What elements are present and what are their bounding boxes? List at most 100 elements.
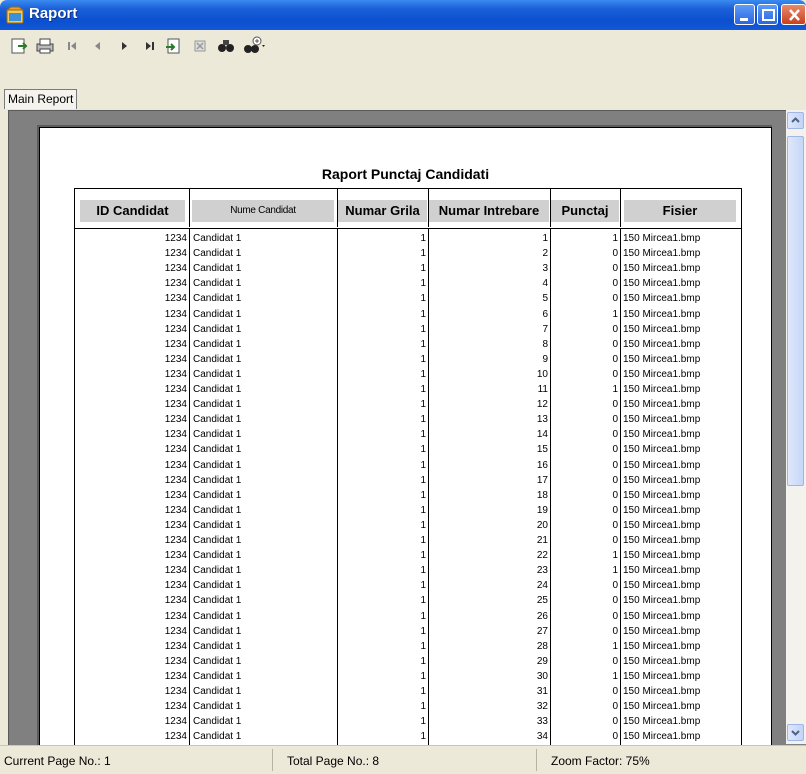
- vertical-scrollbar[interactable]: [786, 110, 806, 744]
- cell-grila: 1: [420, 565, 426, 577]
- cell-grila: 1: [420, 293, 426, 305]
- cell-grila: 1: [420, 670, 426, 682]
- last-page-icon[interactable]: [140, 36, 160, 56]
- table-row: 1234 Candidat 1 1 13 0 150 Mircea1.bmp: [75, 414, 741, 425]
- cell-fisier: 150 Mircea1.bmp: [623, 384, 701, 395]
- cell-id: 1234: [164, 399, 187, 411]
- column-header-punctaj: Punctaj: [551, 200, 619, 222]
- cell-id: 1234: [164, 444, 187, 456]
- scroll-up-button[interactable]: [787, 112, 804, 129]
- cell-grila: 1: [420, 474, 426, 486]
- table-row: 1234 Candidat 1 1 4 0 150 Mircea1.bmp: [75, 278, 741, 289]
- maximize-button[interactable]: [757, 4, 778, 25]
- cell-intrebare: 13: [536, 414, 548, 426]
- cell-fisier: 150 Mircea1.bmp: [623, 519, 701, 531]
- cell-intrebare: 25: [536, 595, 548, 607]
- cell-name: Candidat 1: [193, 670, 242, 682]
- column-header-grila: Numar Grila: [338, 200, 427, 222]
- table-row: 1234 Candidat 1 1 25 0 150 Mircea1.bmp: [75, 595, 741, 606]
- status-bar: Current Page No.: 1 Total Page No.: 8 Zo…: [0, 745, 806, 774]
- scroll-down-button[interactable]: [787, 724, 804, 741]
- table-row: 1234 Candidat 1 1 21 0 150 Mircea1.bmp: [75, 535, 741, 546]
- cell-fisier: 150 Mircea1.bmp: [623, 474, 701, 486]
- cell-id: 1234: [164, 429, 187, 441]
- cell-grila: 1: [420, 429, 426, 441]
- cell-name: Candidat 1: [193, 489, 242, 501]
- cell-fisier: 150 Mircea1.bmp: [623, 731, 701, 743]
- cell-name: Candidat 1: [193, 323, 242, 335]
- next-page-icon[interactable]: [114, 36, 134, 56]
- current-page-status: Current Page No.: 1: [4, 754, 111, 768]
- cell-punctaj: 0: [612, 248, 618, 260]
- cell-intrebare: 14: [536, 429, 548, 441]
- print-icon[interactable]: [35, 36, 55, 56]
- table-row: 1234 Candidat 1 1 26 0 150 Mircea1.bmp: [75, 611, 741, 622]
- search-icon[interactable]: [216, 36, 236, 56]
- cell-grila: 1: [420, 686, 426, 697]
- window-title: Raport: [29, 5, 78, 22]
- scroll-thumb[interactable]: [787, 136, 804, 486]
- cell-grila: 1: [420, 595, 426, 607]
- cell-punctaj: 1: [612, 384, 618, 395]
- cell-id: 1234: [164, 655, 187, 667]
- cell-id: 1234: [164, 323, 187, 335]
- cell-grila: 1: [420, 610, 426, 622]
- cell-intrebare: 21: [536, 535, 548, 546]
- status-divider: [272, 749, 273, 771]
- cell-fisier: 150 Mircea1.bmp: [623, 550, 701, 562]
- header-separator: [620, 188, 621, 227]
- cell-id: 1234: [164, 701, 187, 713]
- cell-id: 1234: [164, 580, 187, 592]
- cell-fisier: 150 Mircea1.bmp: [623, 323, 701, 335]
- table-row: 1234 Candidat 1 1 15 0 150 Mircea1.bmp: [75, 444, 741, 455]
- minimize-button[interactable]: [734, 4, 755, 25]
- cell-fisier: 150 Mircea1.bmp: [623, 625, 701, 637]
- cell-name: Candidat 1: [193, 384, 242, 395]
- cell-fisier: 150 Mircea1.bmp: [623, 233, 701, 244]
- previous-page-icon[interactable]: [88, 36, 108, 56]
- cell-grila: 1: [420, 278, 426, 290]
- cell-fisier: 150 Mircea1.bmp: [623, 535, 701, 546]
- cell-name: Candidat 1: [193, 595, 242, 607]
- cell-fisier: 150 Mircea1.bmp: [623, 338, 701, 350]
- cell-name: Candidat 1: [193, 701, 242, 713]
- app-icon: [5, 6, 25, 24]
- cell-name: Candidat 1: [193, 580, 242, 592]
- cell-punctaj: 1: [612, 233, 618, 244]
- cell-punctaj: 0: [612, 338, 618, 350]
- zoom-icon[interactable]: [242, 36, 265, 56]
- cell-intrebare: 17: [536, 474, 548, 486]
- column-header-id: ID Candidat: [80, 200, 185, 222]
- table-row: 1234 Candidat 1 1 1 1 150 Mircea1.bmp: [75, 233, 741, 244]
- cell-grila: 1: [420, 459, 426, 471]
- cell-intrebare: 31: [536, 686, 548, 697]
- cell-fisier: 150 Mircea1.bmp: [623, 263, 701, 275]
- goto-page-icon[interactable]: [164, 36, 184, 56]
- cell-grila: 1: [420, 489, 426, 501]
- export-icon[interactable]: [9, 36, 29, 56]
- table-row: 1234 Candidat 1 1 28 1 150 Mircea1.bmp: [75, 641, 741, 652]
- first-page-icon[interactable]: [62, 36, 82, 56]
- tab-main-report[interactable]: Main Report: [4, 89, 78, 109]
- cell-name: Candidat 1: [193, 504, 242, 516]
- cell-grila: 1: [420, 444, 426, 456]
- column-header-fisier: Fisier: [624, 200, 736, 222]
- cell-fisier: 150 Mircea1.bmp: [623, 368, 701, 380]
- cell-punctaj: 0: [612, 399, 618, 411]
- cell-grila: 1: [420, 701, 426, 713]
- cell-grila: 1: [420, 338, 426, 350]
- cell-intrebare: 28: [536, 640, 548, 652]
- cell-grila: 1: [420, 519, 426, 531]
- cell-name: Candidat 1: [193, 535, 242, 546]
- cell-fisier: 150 Mircea1.bmp: [623, 701, 701, 713]
- cell-fisier: 150 Mircea1.bmp: [623, 293, 701, 305]
- stop-icon[interactable]: [190, 36, 210, 56]
- cell-fisier: 150 Mircea1.bmp: [623, 610, 701, 622]
- cell-punctaj: 0: [612, 459, 618, 471]
- close-button[interactable]: [781, 4, 806, 25]
- cell-name: Candidat 1: [193, 459, 242, 471]
- cell-punctaj: 0: [612, 444, 618, 456]
- cell-intrebare: 26: [536, 610, 548, 622]
- cell-id: 1234: [164, 625, 187, 637]
- cell-fisier: 150 Mircea1.bmp: [623, 640, 701, 652]
